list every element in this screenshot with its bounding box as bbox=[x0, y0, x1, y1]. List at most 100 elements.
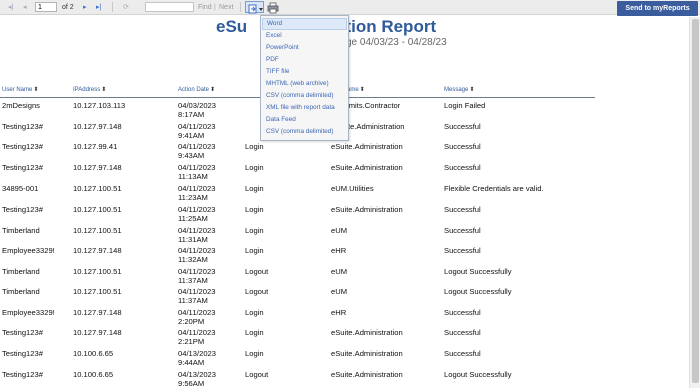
cell-action: Login bbox=[245, 246, 264, 255]
sort-icon: ⬍ bbox=[359, 87, 365, 93]
cell-user-name: Timberland bbox=[2, 226, 40, 235]
cell-message: Login Failed bbox=[444, 101, 486, 110]
report-date-range: ge 04/03/23 - 04/28/23 bbox=[346, 37, 447, 48]
cell-user-name: Timberland bbox=[2, 267, 40, 276]
table-row: Testing123# 10.127.97.148 04/11/2023 2:21… bbox=[0, 328, 610, 348]
column-header-ip-address[interactable]: IPAddress⬍ bbox=[73, 86, 106, 93]
cell-action: Login bbox=[245, 184, 264, 193]
export-menu-item-csv[interactable]: CSV (comma delimited) bbox=[262, 90, 347, 102]
cell-ip-address: 10.127.99.41 bbox=[73, 142, 118, 151]
export-menu-item-pdf[interactable]: PDF bbox=[262, 54, 347, 66]
table-row: Timberland 10.127.100.51 04/11/2023 11:37… bbox=[0, 267, 610, 287]
cell-application-name: eSuite.Administration bbox=[331, 205, 403, 214]
cell-action-date: 04/11/2023 11:25AM bbox=[178, 205, 216, 223]
export-menu-item-mhtml[interactable]: MHTML (web archive) bbox=[262, 78, 347, 90]
cell-action: Login bbox=[245, 226, 264, 235]
report-title-part-1: eSu bbox=[216, 17, 248, 36]
cell-action-date: 04/11/2023 11:32AM bbox=[178, 246, 216, 264]
find-next-link[interactable]: Next bbox=[219, 2, 233, 13]
cell-user-name: Timberland bbox=[2, 287, 40, 296]
cell-message: Successful bbox=[444, 163, 481, 172]
cell-user-name: Testing123# bbox=[2, 122, 43, 131]
cell-action: Logout bbox=[245, 370, 269, 379]
cell-user-name: Employee3329! bbox=[2, 246, 55, 255]
cell-application-name: eSuite.Administration bbox=[331, 328, 403, 337]
cell-action: Login bbox=[245, 163, 264, 172]
cell-application-name: eUM.Utilities bbox=[331, 184, 374, 193]
cell-action-date: 04/11/2023 11:23AM bbox=[178, 184, 216, 202]
table-row: Testing123# 10.127.99.41 04/11/2023 9:43A… bbox=[0, 142, 610, 162]
find-divider: | bbox=[214, 4, 216, 11]
cell-application-name: eSuite.Administration bbox=[331, 142, 403, 151]
export-menu-item-word[interactable]: Word bbox=[262, 18, 347, 30]
cell-application-name: eSuite.Administration bbox=[331, 349, 403, 358]
cell-action-date: 04/03/2023 8:17AM bbox=[178, 101, 217, 119]
cell-action-date: 04/13/2023 9:56AM bbox=[178, 370, 217, 388]
send-to-myreports-button[interactable]: Send to myReports bbox=[617, 1, 698, 16]
cell-ip-address: 10.127.97.148 bbox=[73, 328, 122, 337]
table-row: Testing123# 10.127.100.51 04/11/2023 11:2… bbox=[0, 205, 610, 225]
export-format-menu: Word Excel PowerPoint PDF TIFF file MHTM… bbox=[260, 15, 349, 141]
cell-message: Successful bbox=[444, 308, 481, 317]
export-menu-item-tiff[interactable]: TIFF file bbox=[262, 66, 347, 78]
cell-action-date: 04/11/2023 11:31AM bbox=[178, 226, 216, 244]
export-button[interactable] bbox=[245, 1, 264, 14]
cell-user-name: Testing123# bbox=[2, 163, 43, 172]
print-button[interactable] bbox=[267, 1, 279, 14]
report-title-part-2: ation Report bbox=[336, 17, 437, 36]
cell-action-date: 04/11/2023 2:20PM bbox=[178, 308, 216, 326]
next-page-icon[interactable]: ▸ bbox=[83, 2, 87, 13]
cell-ip-address: 10.127.97.148 bbox=[73, 122, 122, 131]
table-row: Employee3329! 10.127.97.148 04/11/2023 2:… bbox=[0, 308, 610, 328]
page-count-label: of 2 bbox=[62, 4, 74, 11]
back-icon[interactable]: ⟳ bbox=[123, 2, 129, 13]
table-row: Testing123# 10.100.6.65 04/13/2023 9:56AM… bbox=[0, 370, 610, 388]
find-link[interactable]: Find bbox=[198, 2, 212, 13]
cell-user-name: Testing123# bbox=[2, 205, 43, 214]
cell-message: Successful bbox=[444, 226, 481, 235]
column-header-user-name[interactable]: User Name⬍ bbox=[2, 86, 38, 93]
cell-user-name: Employee3329! bbox=[2, 308, 55, 317]
find-text-input[interactable] bbox=[145, 2, 194, 12]
cell-ip-address: 10.127.100.51 bbox=[73, 287, 122, 296]
toolbar-divider bbox=[112, 2, 113, 12]
cell-message: Successful bbox=[444, 122, 481, 131]
column-header-action-date[interactable]: Action Date⬍ bbox=[178, 86, 215, 93]
cell-ip-address: 10.127.100.51 bbox=[73, 267, 122, 276]
export-menu-item-powerpoint[interactable]: PowerPoint bbox=[262, 42, 347, 54]
export-menu-item-xml[interactable]: XML file with report data bbox=[262, 102, 347, 114]
scrollbar-thumb[interactable] bbox=[692, 19, 699, 383]
cell-message: Successful bbox=[444, 328, 481, 337]
export-menu-item-data-feed[interactable]: Data Feed bbox=[262, 114, 347, 126]
sort-icon: ⬍ bbox=[469, 87, 475, 93]
cell-message: Logout Successfully bbox=[444, 267, 512, 276]
cell-action-date: 04/13/2023 9:44AM bbox=[178, 349, 217, 367]
column-header-application-name[interactable]: ame⬍ bbox=[347, 86, 365, 93]
previous-page-icon[interactable]: ◂ bbox=[23, 2, 27, 13]
cell-ip-address: 10.127.97.148 bbox=[73, 163, 122, 172]
cell-message: Successful bbox=[444, 349, 481, 358]
last-page-icon[interactable]: ▸| bbox=[96, 2, 101, 13]
first-page-icon[interactable]: ◂| bbox=[8, 2, 13, 13]
cell-application-name: eSuite.Administration bbox=[331, 370, 403, 379]
cell-action: Login bbox=[245, 308, 264, 317]
export-menu-item-csv-2[interactable]: CSV (comma delimited) bbox=[262, 126, 347, 138]
cell-user-name: 34895-001 bbox=[2, 184, 39, 193]
sort-icon: ⬍ bbox=[210, 87, 216, 93]
cell-message: Logout Successfully bbox=[444, 370, 512, 379]
vertical-scrollbar[interactable] bbox=[689, 17, 700, 388]
cell-action-date: 04/11/2023 11:37AM bbox=[178, 267, 216, 285]
page-number-input[interactable] bbox=[35, 2, 57, 12]
cell-action: Login bbox=[245, 142, 264, 151]
cell-application-name: eUM bbox=[331, 267, 348, 276]
cell-ip-address: 10.100.6.65 bbox=[73, 349, 114, 358]
cell-action: Logout bbox=[245, 267, 269, 276]
cell-ip-address: 10.127.100.51 bbox=[73, 205, 122, 214]
column-header-message[interactable]: Message⬍ bbox=[444, 86, 474, 93]
cell-ip-address: 10.127.97.148 bbox=[73, 308, 122, 317]
export-icon bbox=[248, 4, 263, 14]
table-row: 34895-001 10.127.100.51 04/11/2023 11:23A… bbox=[0, 184, 610, 204]
export-menu-item-excel[interactable]: Excel bbox=[262, 30, 347, 42]
cell-message: Successful bbox=[444, 246, 481, 255]
cell-action-date: 04/11/2023 9:43AM bbox=[178, 142, 216, 160]
